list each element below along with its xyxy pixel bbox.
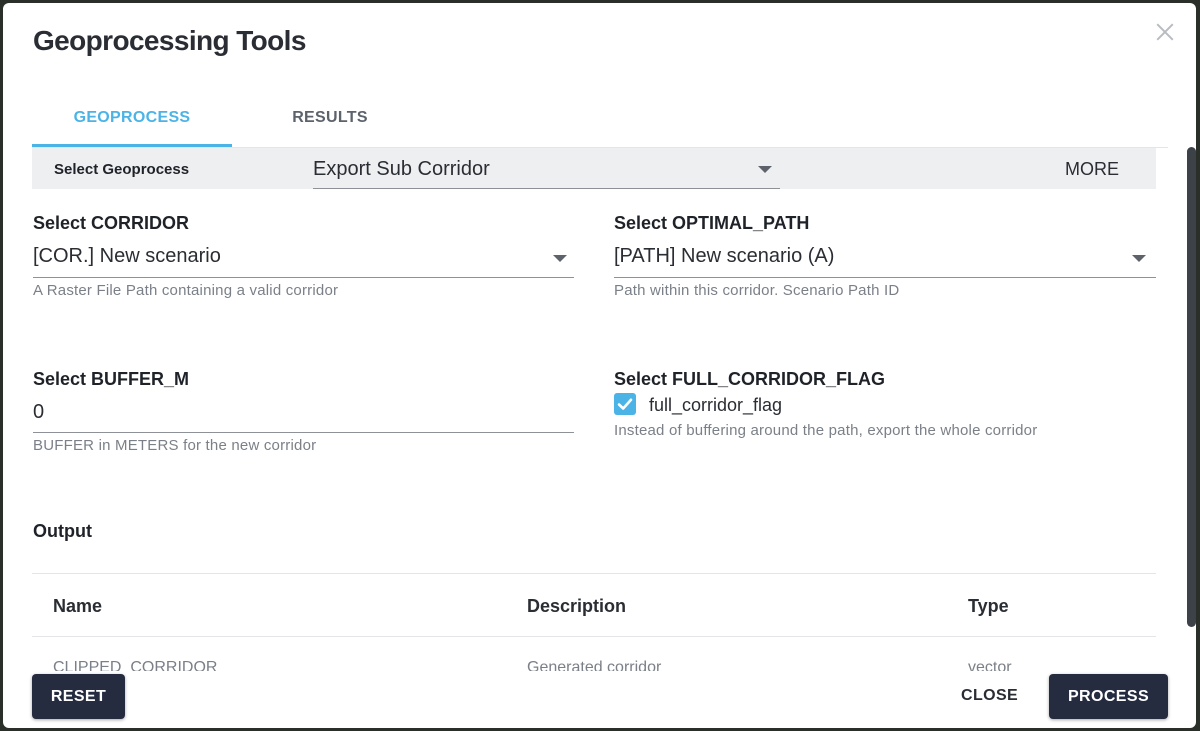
chevron-down-icon — [553, 255, 567, 262]
geoprocess-label: Select Geoprocess — [54, 161, 190, 178]
close-icon[interactable] — [1152, 19, 1178, 45]
optimal-path-select[interactable]: [PATH] New scenario (A) — [614, 237, 1156, 278]
table-cell-type: vector — [968, 659, 1012, 671]
dialog-title: Geoprocessing Tools — [33, 25, 306, 56]
corridor-select[interactable]: [COR.] New scenario — [33, 237, 574, 278]
tab-geoprocess[interactable]: GEOPROCESS — [32, 91, 232, 147]
full-corridor-flag-checkbox[interactable] — [614, 393, 636, 415]
buffer-helper-text: BUFFER in METERS for the new corridor — [33, 437, 317, 454]
geoprocess-select[interactable]: Export Sub Corridor — [313, 148, 780, 189]
geoprocess-selector-bar: Select Geoprocess Export Sub Corridor MO… — [32, 148, 1156, 189]
geoprocessing-dialog: Geoprocessing Tools GEOPROCESS RESULTS S… — [3, 3, 1196, 728]
buffer-input[interactable] — [33, 392, 574, 433]
optimal-path-helper-text: Path within this corridor. Scenario Path… — [614, 282, 900, 299]
corridor-label: Select CORRIDOR — [33, 213, 190, 233]
buffer-label: Select BUFFER_M — [33, 369, 190, 389]
optimal-path-select-value: [PATH] New scenario (A) — [614, 245, 835, 267]
corridor-select-value: [COR.] New scenario — [33, 245, 221, 267]
corridor-helper-text: A Raster File Path containing a valid co… — [33, 282, 339, 299]
process-button[interactable]: PROCESS — [1049, 674, 1168, 719]
full-corridor-flag-label: Select FULL_CORRIDOR_FLAG — [614, 369, 886, 389]
close-button[interactable]: CLOSE — [961, 687, 1018, 705]
chevron-down-icon — [1132, 255, 1146, 262]
more-button[interactable]: MORE — [1065, 159, 1119, 180]
optimal-path-label: Select OPTIMAL_PATH — [614, 213, 810, 233]
geoprocess-select-value: Export Sub Corridor — [313, 158, 490, 180]
full-corridor-flag-checkbox-label[interactable]: full_corridor_flag — [649, 395, 782, 416]
table-cell-description: Generated corridor — [527, 659, 662, 671]
column-header-type: Type — [968, 596, 1009, 616]
scrollbar-thumb[interactable] — [1187, 147, 1196, 627]
tab-bar: GEOPROCESS RESULTS — [32, 91, 1168, 148]
reset-button[interactable]: RESET — [32, 674, 125, 719]
chevron-down-icon — [758, 166, 772, 173]
tab-results[interactable]: RESULTS — [230, 91, 430, 145]
table-divider — [32, 573, 1156, 574]
full-corridor-flag-helper-text: Instead of buffering around the path, ex… — [614, 422, 1038, 439]
table-row: CLIPPED_CORRIDOR Generated corridor vect… — [32, 637, 1156, 671]
checkmark-icon — [617, 398, 633, 410]
table-cell-name: CLIPPED_CORRIDOR — [53, 659, 218, 671]
output-heading: Output — [33, 521, 92, 541]
column-header-description: Description — [527, 596, 627, 616]
column-header-name: Name — [53, 596, 103, 616]
